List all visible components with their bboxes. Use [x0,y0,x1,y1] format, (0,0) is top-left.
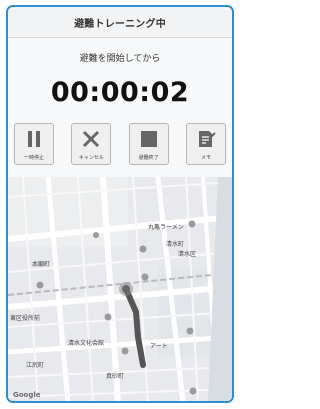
close-icon [83,130,100,148]
finish-evacuation-label: 避難終了 [138,155,159,161]
map-label: 真砂町 [106,373,125,380]
map-label: 東区役所前 [10,315,41,322]
map-label: 清水町 [166,241,185,248]
stop-icon [140,131,157,147]
control-buttons: 一時停止 キャンセル 避難終了 メモ [14,123,226,171]
title-bar: 避難トレーニング中 [8,7,232,38]
map-label: 清水文化会館 [68,340,105,347]
map-canvas [8,177,232,401]
map-attribution: Google [13,391,41,399]
map-label: アート [150,343,168,350]
elapsed-timer: 00:00:02 [50,77,190,108]
map-label: 本願町 [32,261,51,268]
memo-button[interactable]: メモ [185,123,226,165]
elapsed-caption: 避難を開始してから [79,54,161,64]
map-label: 江尻町 [26,362,45,369]
memo-icon [198,131,216,147]
pause-icon [28,131,40,147]
cancel-label: キャンセル [78,155,104,161]
page-title: 避難トレーニング中 [74,18,166,30]
phone-frame: 避難トレーニング中 避難を開始してから 00:00:02 一時停止 キャンセル [6,5,234,403]
map-view[interactable]: 本願町 丸亀ラーメン 清水町 東区役所前 清水区 清水文化会館 江尻町 真砂町 … [8,177,232,401]
map-label: 丸亀ラーメン [148,224,184,231]
memo-label: メモ [200,155,211,161]
app-screen: 避難トレーニング中 避難を開始してから 00:00:02 一時停止 キャンセル [0,0,240,409]
cancel-button[interactable]: キャンセル [71,123,112,165]
map-label: 清水区 [178,251,197,258]
pause-button[interactable]: 一時停止 [14,123,54,165]
finish-evacuation-button[interactable]: 避難終了 [128,123,169,165]
pause-label: 一時停止 [23,155,44,161]
